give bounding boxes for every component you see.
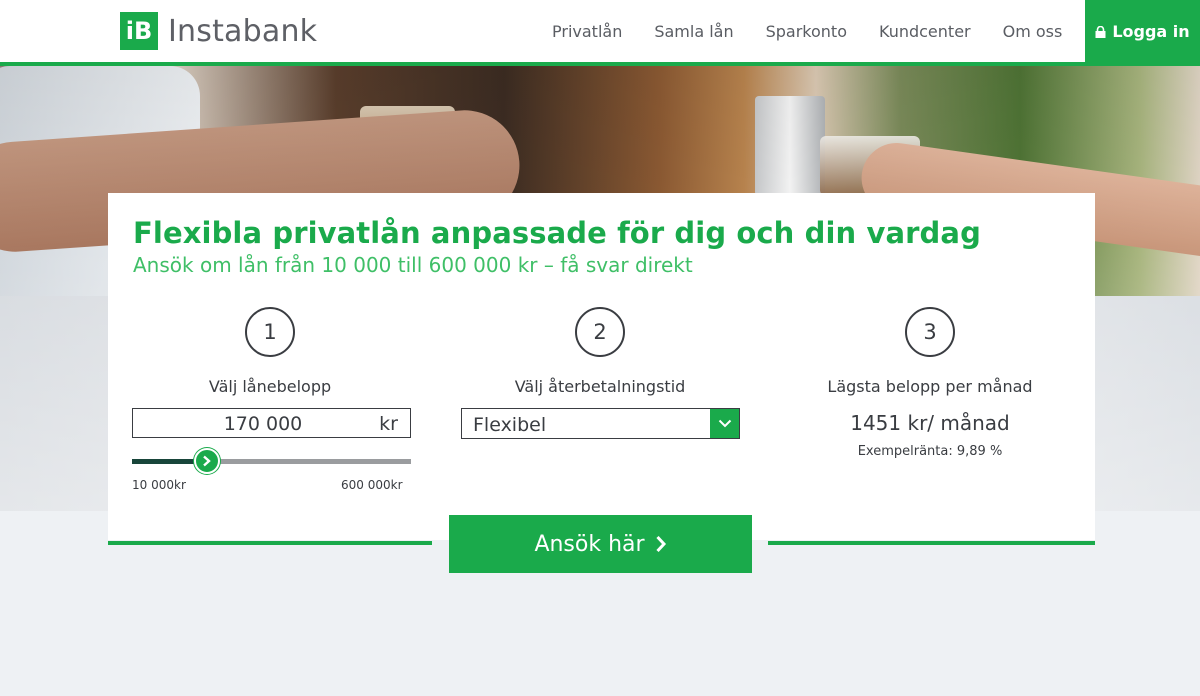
apply-button[interactable]: Ansök här (449, 515, 752, 573)
lock-icon (1095, 26, 1106, 38)
chevron-right-icon (655, 535, 666, 553)
login-button[interactable]: Logga in (1085, 0, 1200, 62)
step-label: Välj återbetalningstid (514, 377, 686, 396)
logo[interactable]: iB Instabank (120, 12, 317, 50)
step-label: Lägsta belopp per månad (827, 377, 1033, 396)
main-nav: Privatlån Samla lån Sparkonto Kundcenter… (536, 0, 1078, 62)
step-number: 1 (245, 307, 295, 357)
loan-amount-unit: kr (379, 413, 398, 435)
nav-item-privatlan[interactable]: Privatlån (552, 22, 622, 41)
apply-label: Ansök här (534, 531, 645, 557)
monthly-payment: 1451 kr/ månad (850, 411, 1010, 435)
nav-item-om-oss[interactable]: Om oss (1003, 22, 1063, 41)
nav-item-kundcenter[interactable]: Kundcenter (879, 22, 971, 41)
loan-amount-value: 170 000 (223, 413, 303, 435)
loan-calculator-card: Flexibla privatlån anpassade för dig och… (108, 193, 1095, 540)
divider-right (768, 541, 1095, 545)
step-amount: 1 Välj lånebelopp (130, 307, 410, 396)
logo-mark: iB (120, 12, 158, 50)
site-header: iB Instabank Privatlån Samla lån Sparkon… (0, 0, 1200, 62)
step-number: 3 (905, 307, 955, 357)
step-number: 2 (575, 307, 625, 357)
repayment-term-value: Flexibel (473, 414, 547, 436)
divider-left (108, 541, 432, 545)
slider-handle[interactable] (194, 448, 220, 474)
slider-min-label: 10 000kr (132, 478, 186, 492)
nav-item-samla-lan[interactable]: Samla lån (654, 22, 733, 41)
slider-max-label: 600 000kr (341, 478, 403, 492)
step-term: 2 Välj återbetalningstid (460, 307, 740, 396)
step-monthly: 3 Lägsta belopp per månad (790, 307, 1070, 396)
chevron-right-icon (203, 455, 211, 467)
logo-text: Instabank (168, 13, 318, 49)
select-toggle[interactable] (710, 409, 739, 438)
nav-item-sparkonto[interactable]: Sparkonto (766, 22, 847, 41)
chevron-down-icon (718, 419, 731, 428)
loan-amount-slider[interactable] (132, 448, 411, 474)
repayment-term-select[interactable]: Flexibel (461, 408, 740, 439)
example-rate: Exempelränta: 9,89 % (857, 444, 1003, 459)
loan-amount-input[interactable]: 170 000 kr (132, 408, 411, 438)
step-label: Välj lånebelopp (208, 377, 332, 396)
page-title: Flexibla privatlån anpassade för dig och… (133, 216, 981, 250)
login-label: Logga in (1112, 21, 1190, 41)
page-subtitle: Ansök om lån från 10 000 till 600 000 kr… (133, 253, 693, 277)
